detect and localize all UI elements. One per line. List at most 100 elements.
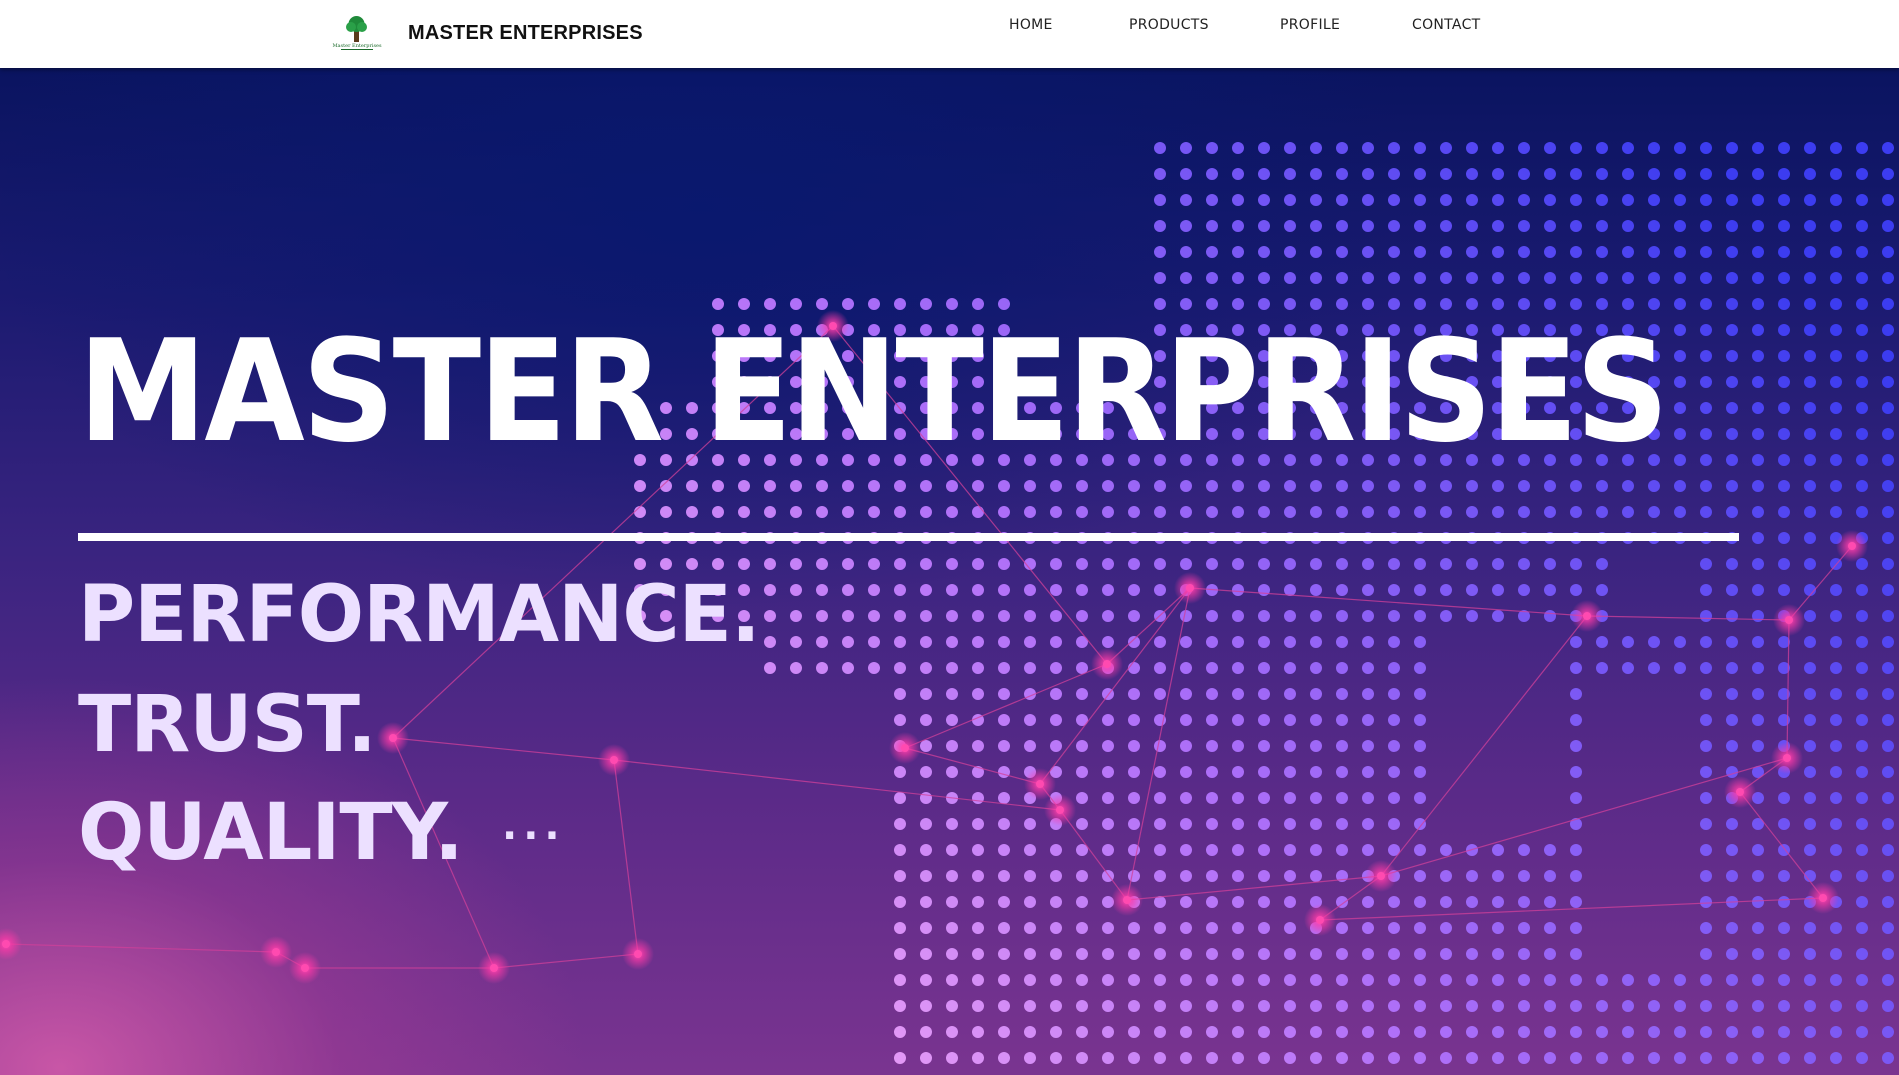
- map-dot: [1284, 506, 1296, 518]
- map-dot: [946, 922, 958, 934]
- map-dot: [1206, 1000, 1218, 1012]
- map-dot: [1336, 1026, 1348, 1038]
- map-dot: [1882, 714, 1894, 726]
- map-dot: [1336, 506, 1348, 518]
- map-dot: [1102, 584, 1114, 596]
- map-dot: [894, 844, 906, 856]
- map-dot: [1180, 714, 1192, 726]
- map-dot: [1726, 870, 1738, 882]
- map-dot: [1700, 948, 1712, 960]
- map-dot: [1518, 246, 1530, 258]
- map-dot: [1128, 662, 1140, 674]
- map-dot: [972, 558, 984, 570]
- map-dot: [1882, 454, 1894, 466]
- tree-logo-icon[interactable]: Master Enterprises: [331, 14, 383, 52]
- map-dot: [920, 688, 932, 700]
- map-dot: [1882, 402, 1894, 414]
- map-dot: [1284, 1000, 1296, 1012]
- map-dot: [1440, 168, 1452, 180]
- map-dot: [1258, 584, 1270, 596]
- nav-profile[interactable]: PROFILE: [1280, 17, 1340, 33]
- map-dot: [1258, 1000, 1270, 1012]
- map-dot: [1674, 402, 1686, 414]
- map-dot: [1726, 714, 1738, 726]
- nav-home[interactable]: HOME: [1009, 17, 1053, 33]
- map-dot: [1284, 922, 1296, 934]
- map-dot: [1336, 974, 1348, 986]
- map-dot: [1180, 896, 1192, 908]
- map-dot: [1882, 272, 1894, 284]
- map-dot: [1518, 1052, 1530, 1064]
- map-dot: [1804, 714, 1816, 726]
- map-dot: [1518, 844, 1530, 856]
- map-dot: [1882, 636, 1894, 648]
- map-dot: [1440, 870, 1452, 882]
- map-dot: [998, 896, 1010, 908]
- map-dot: [1414, 1052, 1426, 1064]
- map-dot: [1128, 766, 1140, 778]
- map-dot: [1050, 870, 1062, 882]
- map-dot: [790, 480, 802, 492]
- map-dot: [972, 610, 984, 622]
- brand-name[interactable]: MASTER ENTERPRISES: [408, 22, 643, 45]
- map-dot: [686, 558, 698, 570]
- map-dot: [1362, 922, 1374, 934]
- map-dot: [1726, 298, 1738, 310]
- map-dot: [1752, 636, 1764, 648]
- map-dot: [946, 766, 958, 778]
- map-dot: [1596, 558, 1608, 570]
- map-dot: [998, 298, 1010, 310]
- map-dot: [1128, 1026, 1140, 1038]
- map-dot: [816, 610, 828, 622]
- map-dot: [1596, 246, 1608, 258]
- map-dot: [1544, 506, 1556, 518]
- map-dot: [1414, 844, 1426, 856]
- map-dot: [1388, 246, 1400, 258]
- map-dot: [1804, 324, 1816, 336]
- map-dot: [1752, 870, 1764, 882]
- map-dot: [1752, 168, 1764, 180]
- map-dot: [1492, 142, 1504, 154]
- network-line: [1039, 587, 1191, 785]
- map-dot: [1362, 896, 1374, 908]
- map-dot: [1882, 480, 1894, 492]
- map-dot: [1830, 870, 1842, 882]
- map-dot: [1570, 844, 1582, 856]
- map-dot: [1726, 636, 1738, 648]
- map-dot: [1154, 662, 1166, 674]
- map-dot: [1778, 142, 1790, 154]
- map-dot: [1570, 194, 1582, 206]
- map-dot: [1804, 974, 1816, 986]
- map-dot: [1232, 1026, 1244, 1038]
- map-dot: [1804, 740, 1816, 752]
- map-dot: [1856, 896, 1868, 908]
- map-dot: [1310, 480, 1322, 492]
- map-dot: [1882, 974, 1894, 986]
- map-dot: [1726, 558, 1738, 570]
- map-dot: [1700, 428, 1712, 440]
- map-dot: [1830, 792, 1842, 804]
- map-dot: [1856, 584, 1868, 596]
- map-dot: [1752, 220, 1764, 232]
- map-dot: [1648, 974, 1660, 986]
- map-dot: [1622, 272, 1634, 284]
- map-dot: [1674, 506, 1686, 518]
- map-dot: [1388, 662, 1400, 674]
- nav-products[interactable]: PRODUCTS: [1129, 17, 1209, 33]
- map-dot: [1752, 714, 1764, 726]
- map-dot: [1622, 636, 1634, 648]
- ellipsis-text: ...: [502, 803, 566, 849]
- map-dot: [946, 584, 958, 596]
- map-dot: [1362, 272, 1374, 284]
- map-dot: [868, 480, 880, 492]
- map-dot: [998, 974, 1010, 986]
- map-dot: [1024, 480, 1036, 492]
- map-dot: [1440, 584, 1452, 596]
- map-dot: [1336, 480, 1348, 492]
- map-dot: [1284, 844, 1296, 856]
- map-dot: [946, 740, 958, 752]
- map-dot: [920, 1000, 932, 1012]
- nav-contact[interactable]: CONTACT: [1412, 17, 1481, 33]
- map-dot: [1154, 636, 1166, 648]
- map-dot: [1674, 194, 1686, 206]
